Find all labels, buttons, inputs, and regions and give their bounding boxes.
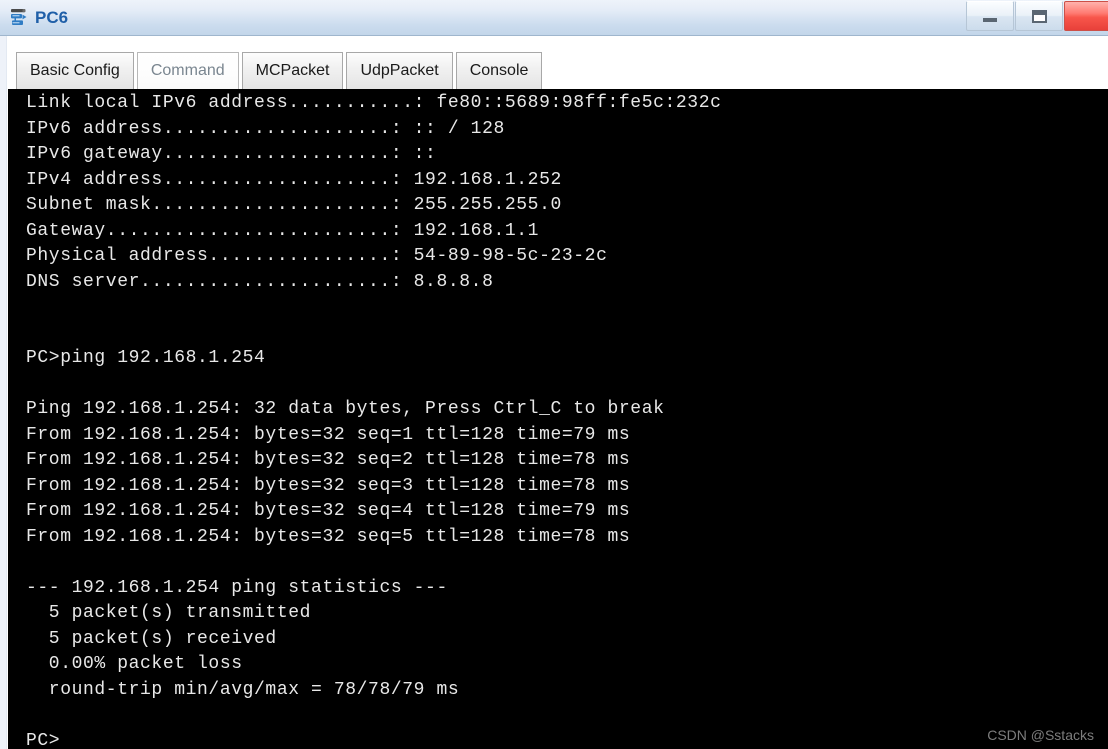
close-button[interactable] <box>1064 1 1108 31</box>
console-line: PC> <box>26 730 61 749</box>
console-line: Ping 192.168.1.254: 32 data bytes, Press… <box>26 399 665 419</box>
tab-strip: Basic Config Command MCPacket UdpPacket … <box>16 52 545 90</box>
maximize-icon <box>1031 9 1047 23</box>
maximize-button[interactable] <box>1015 1 1063 31</box>
window-title: PC6 <box>35 8 69 27</box>
tab-label: Basic Config <box>30 62 120 79</box>
console-line: 5 packet(s) transmitted <box>26 603 312 623</box>
tab-udppacket[interactable]: UdpPacket <box>346 52 453 90</box>
console-line: From 192.168.1.254: bytes=32 seq=2 ttl=1… <box>26 450 631 470</box>
console-output-area[interactable]: Link local IPv6 address...........: fe80… <box>8 89 1108 749</box>
console-line: round-trip min/avg/max = 78/78/79 ms <box>26 679 460 700</box>
tab-label: UdpPacket <box>360 62 439 79</box>
tab-mcpacket[interactable]: MCPacket <box>241 52 344 90</box>
window-controls <box>965 1 1108 31</box>
tab-label: Command <box>150 62 225 79</box>
console-line: IPv6 gateway....................: :: <box>26 144 437 164</box>
console-text: Link local IPv6 address...........: fe80… <box>26 91 1108 749</box>
tab-basic-config[interactable]: Basic Config <box>16 52 134 90</box>
console-line: Link local IPv6 address...........: fe80… <box>26 93 722 113</box>
tab-console[interactable]: Console <box>455 52 543 90</box>
console-line: From 192.168.1.254: bytes=32 seq=3 ttl=1… <box>26 475 631 496</box>
tab-label: MCPacket <box>255 62 330 79</box>
pc6-terminal-window: PC6 Basic Config Command MCPacket UdpPac… <box>0 0 1108 749</box>
console-line: From 192.168.1.254: bytes=32 seq=1 ttl=1… <box>26 424 631 445</box>
console-line: IPv6 address....................: :: / 1… <box>26 118 505 139</box>
console-line: PC>ping 192.168.1.254 <box>26 348 266 368</box>
console-line: 0.00% packet loss <box>26 654 243 674</box>
console-line: DNS server......................: 8.8.8.… <box>26 271 494 292</box>
window-body: Basic Config Command MCPacket UdpPacket … <box>0 36 1108 749</box>
minimize-icon <box>983 18 997 22</box>
title-bar-left-group: PC6 <box>8 2 68 34</box>
tab-label: Console <box>469 62 529 79</box>
console-line: Physical address................: 54-89-… <box>26 246 608 266</box>
minimize-button[interactable] <box>966 1 1014 31</box>
console-line: Subnet mask.....................: 255.25… <box>26 195 562 215</box>
title-bar: PC6 <box>0 0 1108 36</box>
console-line: --- 192.168.1.254 ping statistics --- <box>26 577 448 598</box>
watermark-text: CSDN @Sstacks <box>987 727 1094 743</box>
console-line: Gateway.........................: 192.16… <box>26 220 540 241</box>
console-line: 5 packet(s) received <box>26 628 277 649</box>
pc-device-icon <box>11 9 27 25</box>
left-rail <box>0 36 7 749</box>
console-line: From 192.168.1.254: bytes=32 seq=4 ttl=1… <box>26 501 631 521</box>
console-line: IPv4 address....................: 192.16… <box>26 169 562 190</box>
console-line: From 192.168.1.254: bytes=32 seq=5 ttl=1… <box>26 526 631 547</box>
tab-command[interactable]: Command <box>136 52 239 90</box>
